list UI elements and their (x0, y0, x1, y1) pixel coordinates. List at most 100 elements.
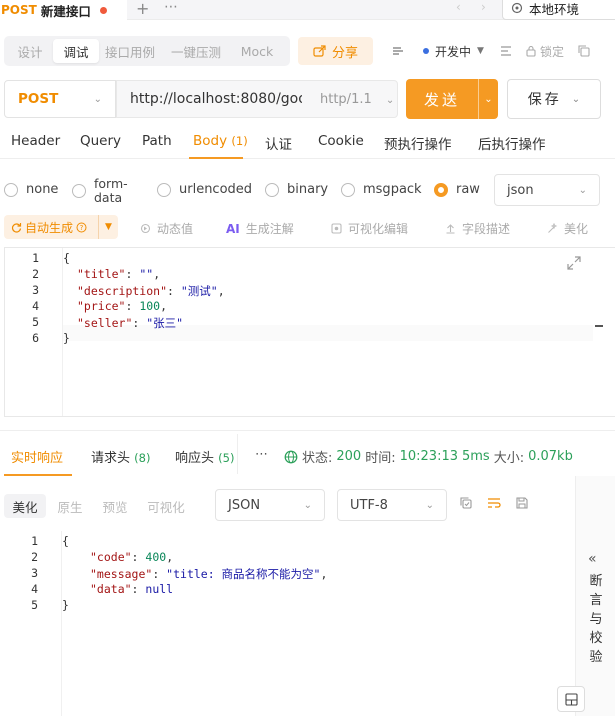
radio-label-line1: form- (94, 176, 128, 191)
tab-path[interactable]: Path (142, 133, 172, 149)
lock-button[interactable]: 锁定 (526, 43, 564, 60)
radio-raw[interactable]: raw (434, 182, 480, 197)
divider (237, 434, 238, 474)
dynamic-value-button[interactable]: 动态值 (140, 220, 193, 237)
tab-label: Query (80, 133, 122, 149)
beautify-icon (547, 223, 558, 234)
ai-comment-button[interactable]: AI 生成注解 (226, 220, 294, 237)
environment-selector[interactable]: 本地环境 (502, 0, 615, 20)
mode-tab-stress[interactable]: 一键压测 (161, 39, 231, 63)
request-tab-active[interactable]: POST 新建接口 (0, 0, 127, 20)
line-number: 3 (32, 283, 39, 297)
json-key: "title" (77, 267, 126, 281)
beautify-label: 美化 (564, 222, 589, 236)
tab-more-button[interactable]: ⋯ (164, 0, 178, 15)
request-body-editor[interactable]: 1 2 3 4 5 6 { "title": "", "description"… (4, 247, 615, 417)
view-visualize[interactable]: 可视化 (139, 494, 193, 518)
json-value: 100 (139, 299, 161, 313)
line-number: 6 (32, 331, 39, 345)
title-char: 验 (589, 650, 603, 665)
dev-status-select[interactable]: 开发中 ▼ (423, 43, 484, 60)
tab-body[interactable]: Body (1) (193, 133, 248, 149)
assertion-side-panel[interactable]: « 断 言 与 校 验 (575, 476, 615, 716)
raw-format-select[interactable]: json ⌄ (494, 174, 600, 206)
radio-label: none (26, 182, 59, 197)
tab-label: 响应头 (175, 451, 215, 466)
response-encoding-select[interactable]: UTF-8 ⌄ (337, 489, 447, 521)
json-key: "seller" (77, 316, 133, 330)
auto-generate-main[interactable]: 自动生成 ? (4, 219, 98, 236)
align-icon[interactable] (500, 45, 512, 57)
panel-divider[interactable] (0, 430, 615, 431)
line-number: 4 (31, 582, 38, 596)
list-filter-icon[interactable] (392, 45, 405, 57)
radio-circle-icon (4, 182, 18, 197)
tab-cookie[interactable]: Cookie (318, 133, 364, 149)
tab-scroll-left-icon[interactable]: ‹ (456, 0, 461, 14)
radio-msgpack[interactable]: msgpack (341, 182, 422, 197)
view-preview[interactable]: 预览 (94, 494, 136, 518)
tab-scroll-right-icon[interactable]: › (481, 0, 486, 14)
response-format-select[interactable]: JSON ⌄ (215, 489, 325, 521)
beautify-button[interactable]: 美化 (547, 220, 588, 237)
share-button[interactable]: 分享 (298, 37, 373, 65)
tab-label: Header (11, 133, 61, 149)
mode-tab-debug[interactable]: 调试 (53, 39, 99, 63)
method-select[interactable]: POST ⌄ (4, 80, 116, 118)
status-value: 200 (336, 449, 362, 464)
title-char: 校 (589, 631, 603, 646)
code-line: "seller": "张三" (77, 316, 184, 330)
mode-tab-mock[interactable]: Mock (231, 39, 283, 63)
protocol-select[interactable]: http/1.1 ⌄ (320, 92, 394, 107)
layout-grid-button[interactable] (557, 686, 585, 712)
chevron-down-icon: ⌄ (303, 499, 312, 511)
expand-icon[interactable] (566, 255, 582, 275)
auto-generate-label: 自动生成 (25, 220, 74, 235)
duration-value: 5ms (462, 449, 490, 464)
tab-header[interactable]: Header (11, 133, 60, 149)
view-raw[interactable]: 原生 (49, 494, 91, 518)
mode-tab-design[interactable]: 设计 (7, 39, 53, 63)
tab-live-response[interactable]: 实时响应 (11, 447, 63, 466)
tab-post-script[interactable]: 后执行操作 (478, 133, 546, 153)
send-options-chevron-icon[interactable]: ⌄ (478, 79, 498, 119)
size-label: 大小: (493, 451, 525, 466)
mode-segmented-control: 设计 调试 接口用例 一键压测 Mock (4, 36, 290, 66)
copy-icon[interactable] (578, 45, 590, 57)
auto-generate-button[interactable]: 自动生成 ? ▼ (4, 215, 118, 239)
visual-edit-label: 可视化编辑 (348, 222, 409, 236)
mode-tab-cases[interactable]: 接口用例 (99, 39, 161, 63)
tab-auth[interactable]: 认证 (265, 133, 292, 153)
radio-binary[interactable]: binary (265, 182, 328, 197)
tab-label: Path (142, 133, 172, 149)
send-label: 发送 (423, 90, 460, 109)
response-body-viewer[interactable]: 1 2 3 4 5 { "code": 400, "message": "tit… (4, 531, 570, 716)
send-button[interactable]: 发送 ⌄ (406, 79, 498, 119)
line-number: 3 (31, 566, 38, 580)
view-beautify[interactable]: 美化 (4, 494, 46, 518)
more-button[interactable]: ⋯ (255, 447, 268, 462)
visual-edit-button[interactable]: 可视化编辑 (331, 220, 408, 237)
auto-generate-chevron-icon[interactable]: ▼ (98, 215, 118, 239)
tab-request-headers[interactable]: 请求头 (8) (91, 447, 150, 466)
line-number: 1 (32, 251, 39, 265)
collapse-chevron-icon[interactable]: « (588, 551, 597, 567)
tab-pre-script[interactable]: 预执行操作 (384, 133, 452, 153)
tab-query[interactable]: Query (80, 133, 121, 149)
json-key: "message" (90, 567, 153, 581)
copy-response-icon[interactable] (459, 496, 473, 514)
url-input[interactable]: http://localhost:8080/goo http/1.1 ⌄ (116, 80, 398, 118)
title-char: 言 (589, 593, 603, 608)
save-button[interactable]: 保存 ⌄ (507, 79, 601, 119)
add-tab-button[interactable]: + (136, 0, 149, 18)
wrap-lines-icon[interactable] (487, 496, 501, 514)
radio-none[interactable]: none (4, 182, 58, 197)
field-desc-button[interactable]: 字段描述 (445, 220, 510, 237)
radio-form-data[interactable]: form- data (72, 177, 128, 205)
tab-response-headers[interactable]: 响应头 (5) (175, 447, 234, 466)
radio-urlencoded[interactable]: urlencoded (157, 182, 252, 197)
dev-status-label: 开发中 (435, 44, 472, 59)
save-response-icon[interactable] (515, 496, 529, 514)
code-line: { (63, 251, 70, 265)
line-number: 5 (32, 315, 39, 329)
